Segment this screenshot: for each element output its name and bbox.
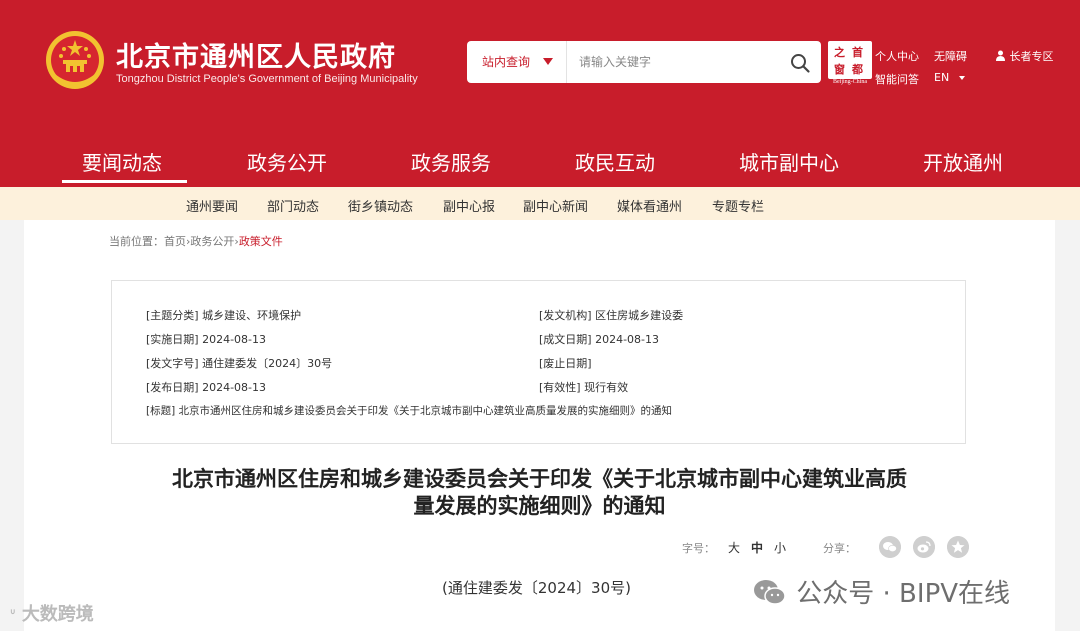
smart-qa-link[interactable]: 智能问答	[875, 71, 919, 87]
site-title[interactable]: 北京市通州区人民政府	[116, 35, 396, 74]
wechat-icon	[754, 580, 786, 605]
document-title-line: 北京市通州区住房和城乡建设委员会关于印发《关于北京城市副中心建筑业高质	[172, 467, 907, 491]
capital-logo-caption: Beijing-China	[833, 79, 867, 85]
search-scope-dropdown[interactable]: 站内查询	[467, 41, 567, 83]
font-size-small[interactable]: 小	[774, 539, 786, 556]
meta-issuer: [发文机构] 区住房城乡建设委	[539, 309, 684, 322]
document-meta-box: [主题分类] 城乡建设、环境保护 [发文机构] 区住房城乡建设委 [实施日期] …	[111, 280, 966, 444]
wechat-watermark-text: 公众号 · BIPV在线	[796, 579, 1011, 609]
logo-char: 之	[834, 46, 845, 59]
meta-topic: [主题分类] 城乡建设、环境保护	[146, 309, 302, 322]
document-number: (通住建委发〔2024〕30号)	[442, 579, 631, 597]
site-header: 北京市通州区人民政府 Tongzhou District People's Go…	[0, 0, 1080, 187]
active-nav-indicator	[62, 180, 187, 183]
language-switch[interactable]: EN	[934, 71, 965, 84]
sub-nav-item[interactable]: 副中心新闻	[523, 196, 588, 215]
font-size-medium[interactable]: 中	[751, 539, 763, 556]
sub-nav: 通州要闻 部门动态 街乡镇动态 副中心报 副中心新闻 媒体看通州 专题专栏	[0, 187, 1080, 220]
sub-nav-item[interactable]: 媒体看通州	[617, 196, 682, 215]
meta-validity: [有效性] 现行有效	[539, 381, 629, 394]
favorite-share-icon[interactable]	[947, 536, 969, 558]
meta-effective-date: [实施日期] 2024-08-13	[146, 333, 267, 346]
font-size-label: 字号：	[682, 542, 715, 555]
article-content: 当前位置：首页›政务公开›政策文件 [主题分类] 城乡建设、环境保护 [发文机构…	[24, 220, 1055, 631]
meta-doc-number: [发文字号] 通住建委发〔2024〕30号	[146, 357, 333, 370]
caret-down-icon	[959, 76, 965, 80]
share-label: 分享：	[823, 542, 856, 555]
person-icon	[996, 50, 1005, 61]
weibo-share-icon[interactable]	[913, 536, 935, 558]
capital-logo-box: 之 首 窗 都	[828, 41, 872, 79]
paw-icon: ᐡ	[10, 608, 16, 624]
header-top: 北京市通州区人民政府 Tongzhou District People's Go…	[0, 0, 1080, 130]
document-title-line: 量发展的实施细则》的通知	[413, 494, 666, 518]
logo-char: 都	[852, 63, 863, 76]
national-emblem-icon	[46, 31, 104, 89]
corner-watermark-text: 大数跨境	[21, 604, 94, 625]
caret-down-icon	[543, 58, 553, 65]
sub-nav-item[interactable]: 街乡镇动态	[348, 196, 413, 215]
meta-abolish-date: [废止日期]	[539, 357, 592, 370]
sub-nav-item[interactable]: 部门动态	[267, 196, 319, 215]
meta-title: [标题] 北京市通州区住房和城乡建设委员会关于印发《关于北京城市副中心建筑业高质…	[146, 405, 673, 417]
elder-zone-label: 长者专区	[1009, 50, 1054, 63]
nav-item-gov-services[interactable]: 政务服务	[411, 147, 491, 176]
nav-item-sub-center[interactable]: 城市副中心	[739, 147, 839, 176]
nav-item-news[interactable]: 要闻动态	[82, 147, 162, 176]
breadcrumb-current[interactable]: 政策文件	[239, 235, 283, 248]
search-box: 站内查询	[467, 41, 821, 83]
accessibility-link[interactable]: 无障碍	[934, 48, 967, 64]
logo-char: 首	[852, 46, 863, 59]
meta-written-date: [成文日期] 2024-08-13	[539, 333, 660, 346]
sub-nav-item[interactable]: 通州要闻	[186, 196, 238, 215]
wechat-watermark: 公众号 · BIPV在线	[752, 573, 1010, 610]
nav-item-open-tongzhou[interactable]: 开放通州	[923, 147, 1003, 176]
main-nav: 要闻动态 政务公开 政务服务 政民互动 城市副中心 开放通州	[0, 130, 1080, 187]
search-icon[interactable]	[789, 52, 811, 74]
logo-char: 窗	[834, 63, 845, 76]
nav-item-gov-affairs[interactable]: 政务公开	[247, 147, 327, 176]
nav-item-interaction[interactable]: 政民互动	[575, 147, 655, 176]
language-label: EN	[934, 71, 950, 84]
elder-zone-link[interactable]: 长者专区	[995, 48, 1054, 64]
personal-center-link[interactable]: 个人中心	[875, 48, 919, 64]
corner-watermark: ᐡ 大数跨境	[10, 600, 94, 626]
breadcrumb: 当前位置：首页›政务公开›政策文件	[109, 233, 283, 249]
wechat-share-icon[interactable]	[879, 536, 901, 558]
document-title: 北京市通州区住房和城乡建设委员会关于印发《关于北京城市副中心建筑业高质 量发展的…	[24, 466, 1055, 520]
search-input[interactable]	[568, 41, 778, 83]
breadcrumb-section[interactable]: 政务公开	[190, 235, 234, 248]
breadcrumb-prefix: 当前位置：	[109, 235, 164, 248]
font-size-large[interactable]: 大	[728, 539, 740, 556]
breadcrumb-home[interactable]: 首页	[164, 235, 186, 248]
sub-nav-item[interactable]: 专题专栏	[712, 196, 764, 215]
sub-nav-item[interactable]: 副中心报	[443, 196, 495, 215]
meta-publish-date: [发布日期] 2024-08-13	[146, 381, 267, 394]
capital-logo-chars: 之 首 窗 都	[830, 43, 870, 77]
site-subtitle: Tongzhou District People's Government of…	[116, 73, 418, 85]
capital-window-logo[interactable]: 之 首 窗 都 Beijing-China	[828, 41, 872, 89]
search-scope-label: 站内查询	[482, 55, 531, 69]
